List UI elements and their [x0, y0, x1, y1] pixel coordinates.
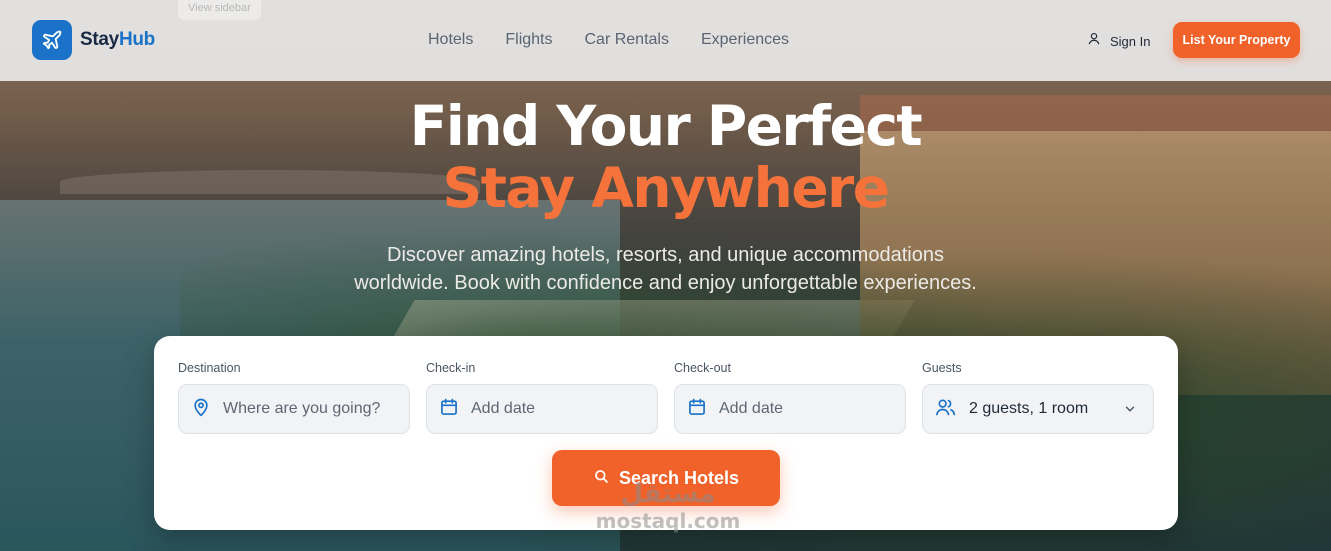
hero-subtitle-line2: worldwide. Book with confidence and enjo… — [354, 272, 977, 294]
hero-title-line2: Stay Anywhere — [442, 156, 890, 220]
user-icon — [1087, 31, 1101, 51]
nav-flights[interactable]: Flights — [505, 31, 552, 49]
brand-logo[interactable]: StayHub — [32, 20, 155, 60]
nav-experiences[interactable]: Experiences — [701, 31, 789, 49]
airplane-icon — [32, 20, 72, 60]
brand-name-part1: Stay — [80, 29, 119, 50]
nav-hotels[interactable]: Hotels — [428, 31, 473, 49]
chevron-down-icon — [1123, 402, 1137, 421]
sign-in-link[interactable]: Sign In — [1087, 31, 1150, 51]
check-in-input[interactable]: Add date — [471, 400, 535, 418]
destination-label: Destination — [178, 361, 241, 375]
map-pin-icon — [191, 397, 211, 422]
check-out-field[interactable]: Add date — [674, 384, 906, 434]
hero-subtitle-line1: Discover amazing hotels, resorts, and un… — [387, 244, 944, 266]
guests-value: 2 guests, 1 room — [969, 400, 1089, 417]
hero-subtitle: Discover amazing hotels, resorts, and un… — [0, 241, 1331, 297]
users-icon — [935, 397, 957, 422]
main-nav: Hotels Flights Car Rentals Experiences — [428, 31, 789, 49]
watermark: مستقل mostaql.com — [593, 478, 743, 532]
calendar-icon — [687, 397, 707, 422]
check-out-input[interactable]: Add date — [719, 400, 783, 418]
nav-car-rentals[interactable]: Car Rentals — [584, 31, 668, 49]
check-in-label: Check-in — [426, 361, 476, 375]
brand-name: StayHub — [80, 29, 155, 51]
hero-title: Find Your Perfect Stay Anywhere — [0, 94, 1331, 218]
calendar-icon — [439, 397, 459, 422]
destination-input[interactable]: Where are you going? — [223, 400, 380, 418]
guests-select[interactable]: 2 guests, 1 room — [922, 384, 1154, 434]
sign-in-label: Sign In — [1110, 33, 1151, 49]
guests-label: Guests — [922, 361, 962, 375]
watermark-arabic: مستقل — [620, 479, 716, 509]
hero-title-line1: Find Your Perfect — [409, 94, 923, 158]
check-out-label: Check-out — [674, 361, 731, 375]
list-property-button[interactable]: List Your Property — [1173, 22, 1300, 58]
check-in-field[interactable]: Add date — [426, 384, 658, 434]
view-sidebar-tag[interactable]: View sidebar — [178, 0, 261, 20]
watermark-latin: mostaql.com — [595, 509, 741, 533]
destination-field[interactable]: Where are you going? — [178, 384, 410, 434]
brand-name-part2: Hub — [118, 29, 155, 50]
